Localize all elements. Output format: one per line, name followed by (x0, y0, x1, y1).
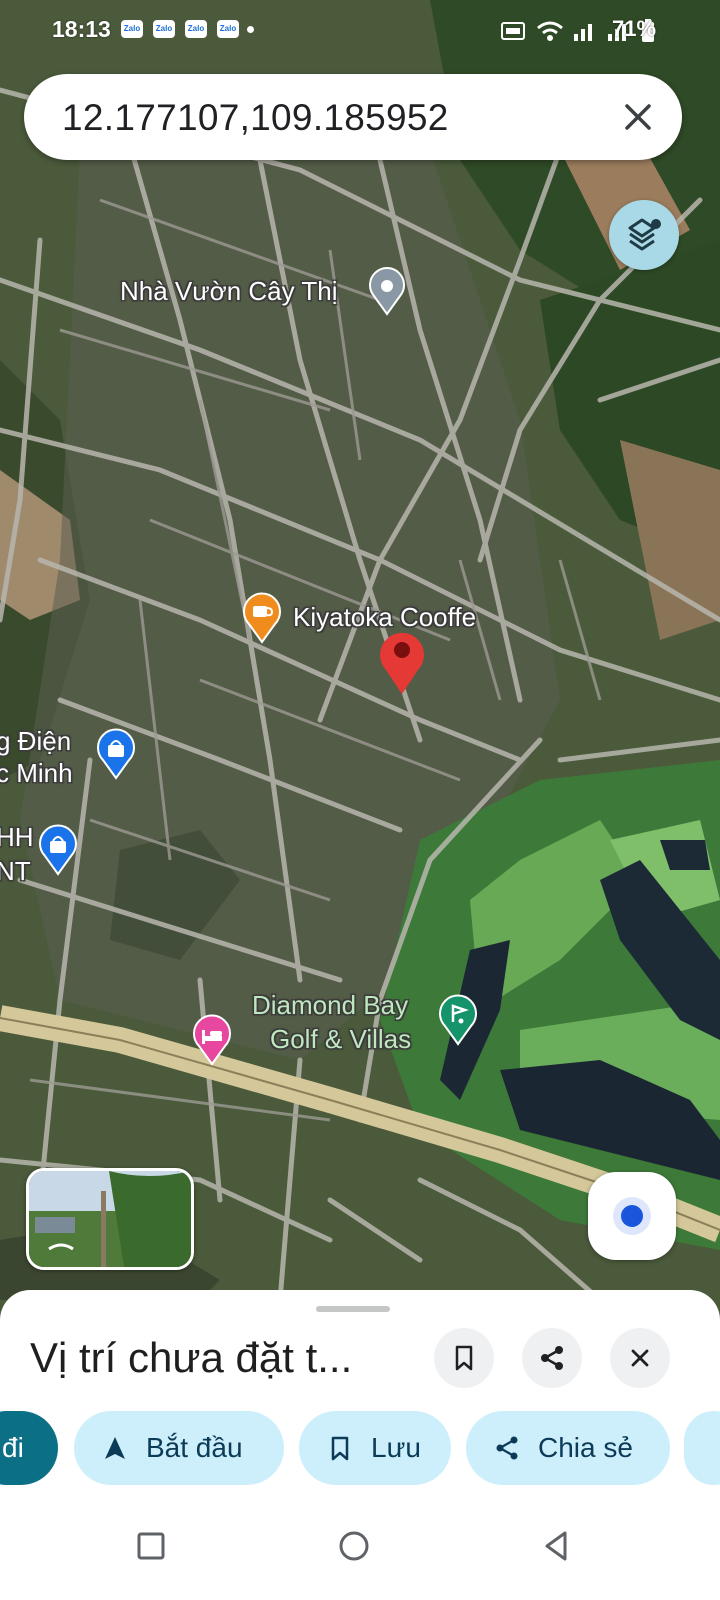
layers-button[interactable] (609, 200, 679, 270)
poi-label-store1-line1[interactable]: g Điện (0, 726, 71, 757)
bookmark-icon (331, 1436, 349, 1461)
garden-pin-icon[interactable] (366, 266, 408, 316)
poi-label-garden[interactable]: Nhà Vườn Cây Thị (120, 276, 338, 307)
street-view-image (29, 1171, 191, 1267)
zalo-notification-icon: Zalo (217, 20, 239, 38)
share-chip-label: Chia sẻ (538, 1432, 633, 1463)
search-bar[interactable]: 12.177107,109.185952 (24, 74, 682, 160)
drag-handle[interactable] (316, 1306, 390, 1312)
poi-label-store1-line2[interactable]: c Minh (0, 758, 73, 789)
share-place-button[interactable] (522, 1328, 582, 1388)
share-icon (496, 1436, 518, 1460)
my-location-button[interactable] (588, 1172, 676, 1260)
home-icon[interactable] (334, 1526, 374, 1566)
back-icon[interactable] (537, 1526, 577, 1566)
bookmark-icon (455, 1345, 473, 1371)
battery-percent: 71% (612, 16, 657, 41)
cafe-icon[interactable] (240, 592, 284, 644)
poi-label-golf-line2[interactable]: Golf & Villas (270, 1024, 411, 1055)
dropped-pin-icon[interactable] (376, 626, 428, 696)
more-notifications-dot (247, 26, 254, 33)
status-bar: 18:13 Zalo Zalo Zalo Zalo 71% (0, 0, 720, 64)
zalo-notification-icon: Zalo (153, 20, 175, 38)
start-chip-label: Bắt đầu (146, 1432, 243, 1463)
signal-icon (574, 24, 592, 41)
search-input[interactable]: 12.177107,109.185952 (62, 97, 449, 139)
zalo-notification-icon: Zalo (185, 20, 207, 38)
volte-icon (501, 22, 525, 40)
golf-icon[interactable] (436, 994, 480, 1046)
wifi-icon (537, 21, 563, 41)
street-view-thumbnail[interactable] (26, 1168, 194, 1270)
save-chip-label: Lưu (371, 1432, 421, 1463)
save-place-button[interactable] (434, 1328, 494, 1388)
more-chip[interactable] (684, 1411, 720, 1485)
layers-icon (628, 218, 661, 251)
close-sheet-button[interactable] (610, 1328, 670, 1388)
shopping-bag-icon[interactable] (36, 824, 80, 876)
zalo-notification-icon: Zalo (121, 20, 143, 38)
close-icon[interactable] (616, 95, 660, 139)
recents-icon[interactable] (131, 1526, 171, 1566)
place-title: Vị trí chưa đặt t... (30, 1334, 353, 1381)
close-icon (631, 1349, 649, 1367)
status-time: 18:13 (52, 16, 111, 42)
hotel-icon[interactable] (190, 1014, 234, 1066)
system-nav-bar (0, 1500, 720, 1600)
poi-label-store2-line2[interactable]: NT (0, 856, 31, 887)
start-chip[interactable]: Bắt đầu (74, 1411, 284, 1485)
share-chip[interactable]: Chia sẻ (466, 1411, 670, 1485)
poi-label-golf-line1[interactable]: Diamond Bay (252, 990, 408, 1021)
save-chip[interactable]: Lưu (299, 1411, 451, 1485)
location-dot-icon (621, 1205, 643, 1227)
directions-chip[interactable]: đi (0, 1411, 58, 1485)
share-icon (541, 1346, 563, 1370)
navigation-arrow-icon (105, 1437, 125, 1459)
poi-label-store2-line1[interactable]: HH (0, 822, 34, 853)
shopping-bag-icon[interactable] (94, 728, 138, 780)
directions-chip-label: đi (2, 1432, 24, 1463)
